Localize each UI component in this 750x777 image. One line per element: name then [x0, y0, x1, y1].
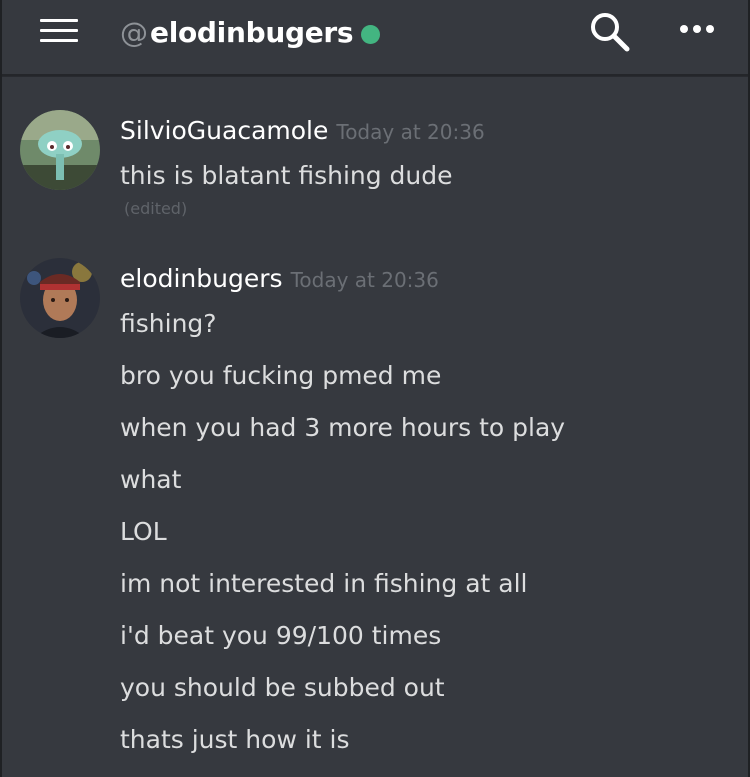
channel-name: elodinbugers [150, 15, 354, 49]
message-text: when you had 3 more hours to play [120, 413, 566, 442]
menu-bar [40, 39, 78, 42]
message-timestamp: Today at 20:36 [336, 120, 485, 144]
message-author[interactable]: SilvioGuacamole Today at 20:36 [120, 116, 485, 145]
author-name[interactable]: SilvioGuacamole [120, 116, 328, 145]
message-group: elodinbugers Today at 20:36 fishing? bro … [2, 258, 748, 768]
message-timestamp: Today at 20:36 [290, 268, 439, 292]
menu-bar [40, 29, 78, 32]
message-text: this is blatant fishing dude [120, 161, 453, 190]
message-text: what [120, 465, 182, 494]
message-list: SilvioGuacamole Today at 20:36 this is bl… [2, 76, 748, 777]
message-text: fishing? [120, 309, 217, 338]
hamburger-menu-icon[interactable] [40, 17, 80, 45]
user-avatar[interactable] [20, 110, 100, 190]
message-text: you should be subbed out [120, 673, 445, 702]
channel-title[interactable]: @ elodinbugers [120, 12, 381, 52]
message-text: LOL [120, 517, 167, 546]
chat-header: @ elodinbugers [2, 0, 748, 76]
message-text: thats just how it is [120, 725, 350, 754]
message-text: bro you fucking pmed me [120, 361, 442, 390]
more-options-icon[interactable] [674, 14, 720, 44]
edited-label: (edited) [124, 199, 188, 218]
search-icon[interactable] [588, 10, 632, 54]
message-text: i'd beat you 99/100 times [120, 621, 442, 650]
author-name[interactable]: elodinbugers [120, 264, 283, 293]
at-symbol: @ [120, 15, 148, 49]
message-group: SilvioGuacamole Today at 20:36 this is bl… [2, 110, 748, 230]
message-text: im not interested in fishing at all [120, 569, 528, 598]
user-avatar[interactable] [20, 258, 100, 338]
online-status-icon [361, 24, 381, 44]
dm-chat-screen: @ elodinbugers SilvioGuacamole Today at … [0, 0, 750, 777]
menu-bar [40, 19, 78, 22]
message-author[interactable]: elodinbugers Today at 20:36 [120, 264, 439, 293]
